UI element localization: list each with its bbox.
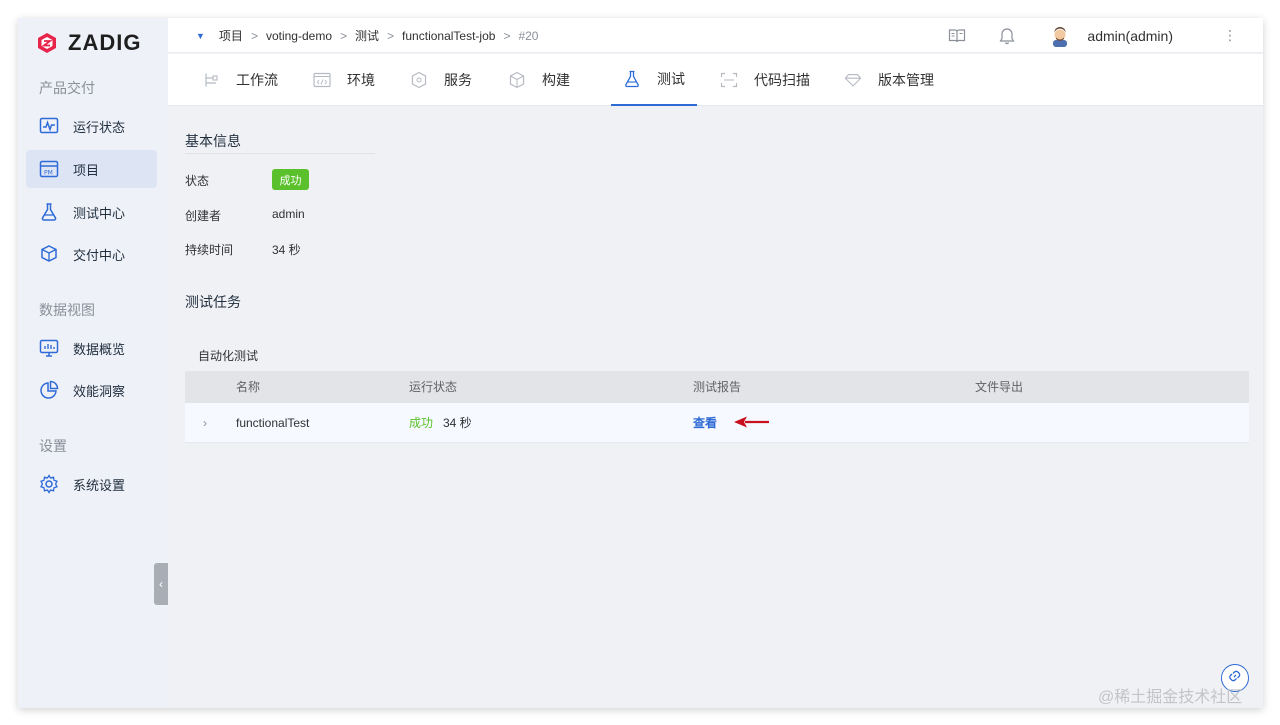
task-status: 成功 [409,416,434,430]
arrow-left-icon [733,415,771,429]
cube-cluster-icon [410,71,428,89]
flask-icon [623,70,641,88]
test-tasks-title: 测试任务 [185,294,241,310]
tab-label: 工作流 [236,72,278,88]
tab-label: 服务 [444,72,472,88]
book-icon[interactable] [947,26,967,46]
task-duration: 34 秒 [443,416,472,430]
user-name[interactable]: admin(admin) [1087,28,1173,44]
gear-icon [39,474,59,494]
main-content: 基本信息 状态 成功 创建者 admin 持续时间 34 秒 测试任务 自动化测… [168,107,1263,708]
breadcrumb-current: #20 [518,28,539,43]
sidebar: ZADIG 产品交付 运行状态 PM 项目 测试中心 交付中心 数据视图 数据概… [18,18,168,708]
status-label: 状态 [185,174,210,188]
bell-icon[interactable] [997,26,1017,46]
tab-build[interactable]: 构建 [508,54,570,106]
tab-service[interactable]: 服务 [410,54,472,106]
tab-workflow[interactable]: 工作流 [202,54,278,106]
duration-label: 持续时间 [185,243,234,257]
sidebar-item-label: 项目 [73,162,100,178]
scan-icon [720,71,738,89]
sidebar-item-system-settings[interactable]: 系统设置 [26,465,157,503]
creator-label: 创建者 [185,209,222,223]
tab-label: 测试 [657,71,685,87]
breadcrumb-separator: > [387,28,395,43]
workflow-icon [202,71,220,89]
sidebar-item-label: 交付中心 [73,247,126,263]
pm-board-icon: PM [39,159,59,179]
chart-monitor-icon [39,338,59,358]
duration-value: 34 秒 [272,243,301,257]
package-icon [39,244,59,264]
tab-label: 构建 [542,72,570,88]
flask-icon [39,202,59,222]
basic-info-title: 基本信息 [185,133,241,149]
sidebar-item-label: 数据概览 [73,341,126,357]
caret-down-icon[interactable]: ▼ [196,31,205,41]
cube-icon [508,71,526,89]
breadcrumb-item[interactable]: 测试 [355,27,379,44]
chevron-left-icon: ‹ [159,577,163,591]
logo[interactable]: ZADIG [36,28,141,58]
divider [185,153,375,154]
tab-code-scan[interactable]: 代码扫描 [720,54,810,106]
diamond-icon [844,71,862,89]
top-bar: ▼ 项目 > voting-demo > 测试 > functionalTest… [168,18,1263,53]
column-header-run-status: 运行状态 [409,380,458,394]
project-tab-bar: 工作流 环境 服务 构建 测试 代码扫描 版本管理 [168,54,1263,106]
sidebar-item-project[interactable]: PM 项目 [26,150,157,188]
sidebar-collapse-button[interactable]: ‹ [154,563,168,605]
sidebar-item-label: 效能洞察 [73,383,126,399]
column-header-test-report: 测试报告 [693,380,742,394]
sidebar-item-run-status[interactable]: 运行状态 [26,107,157,145]
chevron-right-icon[interactable]: › [203,403,207,443]
sidebar-item-label: 系统设置 [73,477,126,493]
tab-label: 环境 [347,72,375,88]
breadcrumb-separator: > [340,28,348,43]
table-header: 名称 运行状态 测试报告 文件导出 [185,371,1249,403]
sidebar-item-label: 运行状态 [73,119,126,135]
watermark: @稀土掘金技术社区 [1098,689,1243,706]
top-actions: admin(admin) ⋮ [947,18,1263,53]
breadcrumb: ▼ 项目 > voting-demo > 测试 > functionalTest… [196,18,538,53]
task-name: functionalTest [236,416,310,430]
tab-label: 版本管理 [878,72,934,88]
avatar[interactable] [1049,25,1071,47]
tab-test[interactable]: 测试 [611,54,697,106]
app-window: ZADIG 产品交付 运行状态 PM 项目 测试中心 交付中心 数据视图 数据概… [18,18,1263,708]
breadcrumb-item[interactable]: functionalTest-job [402,29,495,43]
breadcrumb-item[interactable]: 项目 [219,27,243,44]
section-title-settings: 设置 [39,438,67,454]
code-window-icon [313,71,331,89]
sidebar-item-data-overview[interactable]: 数据概览 [26,329,157,367]
svg-text:PM: PM [44,170,53,177]
brand-name: ZADIG [68,30,142,55]
column-header-name: 名称 [236,380,261,394]
section-title-delivery: 产品交付 [39,80,95,96]
test-task-table: 名称 运行状态 测试报告 文件导出 › functionalTest 成功 34… [185,371,1249,443]
sidebar-item-delivery-center[interactable]: 交付中心 [26,235,157,273]
monitor-pulse-icon [39,116,59,136]
sidebar-item-efficiency-insight[interactable]: 效能洞察 [26,371,157,409]
status-badge: 成功 [272,169,309,190]
tab-environment[interactable]: 环境 [313,54,375,106]
tab-label: 代码扫描 [754,72,810,88]
sidebar-item-label: 测试中心 [73,205,126,221]
breadcrumb-item[interactable]: voting-demo [266,29,332,43]
section-title-data-view: 数据视图 [39,302,95,318]
zadig-logo-icon [38,33,56,53]
pie-chart-icon [39,380,59,400]
more-vertical-icon[interactable]: ⋮ [1223,27,1237,44]
table-row: › functionalTest 成功 34 秒 查看 [185,403,1249,443]
breadcrumb-separator: > [250,28,258,43]
automation-test-subtitle: 自动化测试 [198,349,259,363]
breadcrumb-separator: > [503,28,511,43]
column-header-file-export: 文件导出 [975,380,1024,394]
sidebar-item-test-center[interactable]: 测试中心 [26,193,157,231]
tab-version-management[interactable]: 版本管理 [844,54,934,106]
creator-value: admin [272,207,305,221]
view-report-link[interactable]: 查看 [693,403,717,443]
